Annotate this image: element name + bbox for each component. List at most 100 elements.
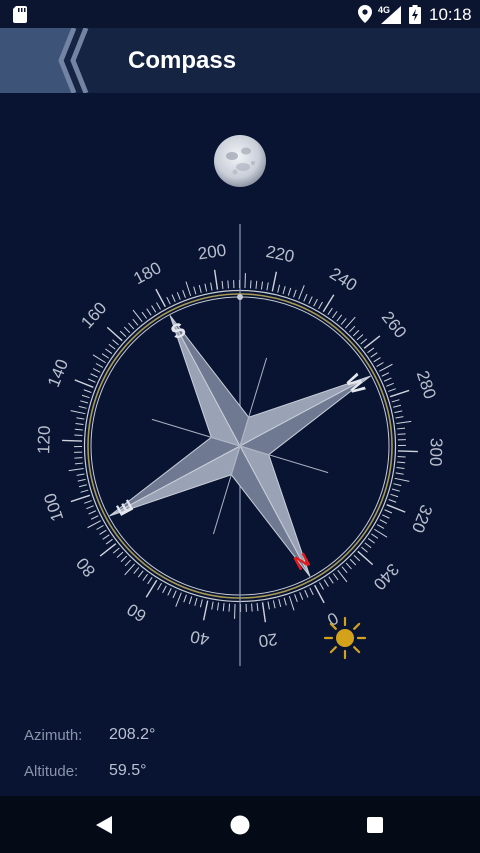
dial-label: 320	[408, 502, 436, 535]
dial-tick	[198, 284, 202, 293]
nav-home-icon[interactable]	[225, 810, 255, 840]
dial-tick	[87, 520, 101, 529]
dial-tick	[298, 285, 305, 300]
dial-tick	[87, 378, 96, 383]
nav-back-icon[interactable]	[90, 810, 120, 840]
dial-tick	[272, 600, 276, 609]
page-title: Compass	[128, 47, 237, 74]
dial-tick	[146, 308, 152, 316]
dial-tick	[156, 302, 161, 310]
dial-tick	[304, 589, 309, 598]
dial-label: 200	[197, 241, 228, 264]
dial-tick	[379, 363, 393, 372]
dial-tick	[83, 389, 92, 393]
dial-tick	[228, 603, 231, 612]
dial-tick	[76, 473, 85, 476]
dial-tick	[70, 494, 91, 503]
dial-tick	[204, 283, 208, 292]
dial-tick	[267, 601, 270, 610]
dial-tick	[74, 457, 83, 459]
dial-tick	[319, 582, 324, 590]
dial-tick	[345, 562, 352, 570]
dial-tick	[256, 603, 259, 612]
dial-tick	[74, 428, 83, 431]
dial-tick	[99, 529, 107, 535]
dial-tick	[393, 483, 402, 487]
dial-tick	[74, 462, 83, 465]
dial-label: 120	[34, 425, 54, 454]
dial-tick	[367, 538, 375, 544]
dial-tick	[80, 400, 89, 404]
dial-tick	[396, 466, 405, 470]
dial-tick	[84, 500, 92, 504]
dial-tick	[199, 599, 203, 608]
dial-tick	[367, 347, 375, 354]
dial-tick	[145, 579, 158, 598]
azimuth-readout: Azimuth: 208.2°	[24, 726, 155, 744]
altitude-value: 59.5°	[109, 762, 147, 779]
dial-tick	[340, 318, 347, 325]
nav-recents-icon[interactable]	[360, 810, 390, 840]
back-chevron-icon[interactable]	[0, 28, 92, 93]
dial-tick	[271, 271, 278, 292]
dial-tick	[361, 546, 368, 553]
dial-tick	[216, 602, 220, 611]
compass-dial: 020406080100120140160180200 2202402602803…	[34, 224, 446, 666]
dial-tick	[128, 322, 135, 330]
dial-tick	[397, 461, 406, 464]
dial-tick	[277, 284, 281, 293]
dial-tick	[293, 289, 297, 298]
dial-label: 40	[189, 627, 211, 649]
dial-tick	[227, 280, 229, 289]
dial-tick	[185, 281, 192, 297]
dial-tick	[141, 311, 148, 319]
dial-tick	[137, 570, 144, 578]
dial-tick	[388, 388, 396, 392]
dial-tick	[124, 563, 136, 576]
battery-icon	[409, 5, 421, 24]
dial-tick	[182, 290, 186, 298]
dial-tick	[397, 450, 418, 453]
dial-label: 260	[378, 308, 410, 342]
dial-tick	[397, 433, 406, 435]
dial-tick	[167, 588, 172, 596]
dial-tick	[120, 555, 128, 563]
dial-tick	[202, 600, 209, 621]
dial-label: 240	[326, 264, 360, 295]
dial-label: 80	[73, 554, 100, 581]
dial-tick	[222, 603, 225, 612]
dial-tick	[68, 468, 84, 472]
dial-tick	[364, 542, 372, 549]
azimuth-value: 208.2°	[109, 726, 156, 743]
sun-ray	[329, 646, 337, 654]
dial-tick	[313, 298, 318, 307]
status-bar: 4G 10:18	[0, 0, 480, 28]
heading-marker	[237, 294, 243, 300]
dial-tick	[386, 504, 406, 513]
dial-tick	[221, 280, 224, 289]
sd-card-icon	[13, 6, 27, 23]
dial-tick	[133, 567, 140, 574]
dial-tick	[341, 566, 348, 574]
dial-tick	[390, 493, 399, 498]
dial-tick	[261, 602, 267, 623]
dial-tick	[356, 334, 364, 341]
dial-tick	[88, 510, 97, 515]
dial-tick	[193, 286, 197, 295]
dial-tick	[171, 294, 176, 303]
dial-tick	[260, 281, 264, 290]
dial-tick	[132, 318, 139, 326]
dial-tick	[371, 533, 379, 539]
app-root: 4G 10:18 Compass 0 20 40 60 80 100 120 1…	[0, 0, 480, 853]
altitude-readout: Altitude: 59.5°	[24, 762, 147, 780]
dial-label: 280	[413, 368, 440, 401]
dial-tick	[391, 488, 400, 492]
dial-tick	[395, 416, 404, 419]
dial-label: 20	[257, 629, 278, 651]
dial-tick	[323, 579, 329, 587]
dial-tick	[352, 329, 360, 337]
dial-label: 140	[44, 357, 72, 390]
altitude-label: Altitude:	[24, 763, 79, 780]
dial-tick	[382, 514, 390, 519]
dial-tick	[101, 353, 109, 359]
